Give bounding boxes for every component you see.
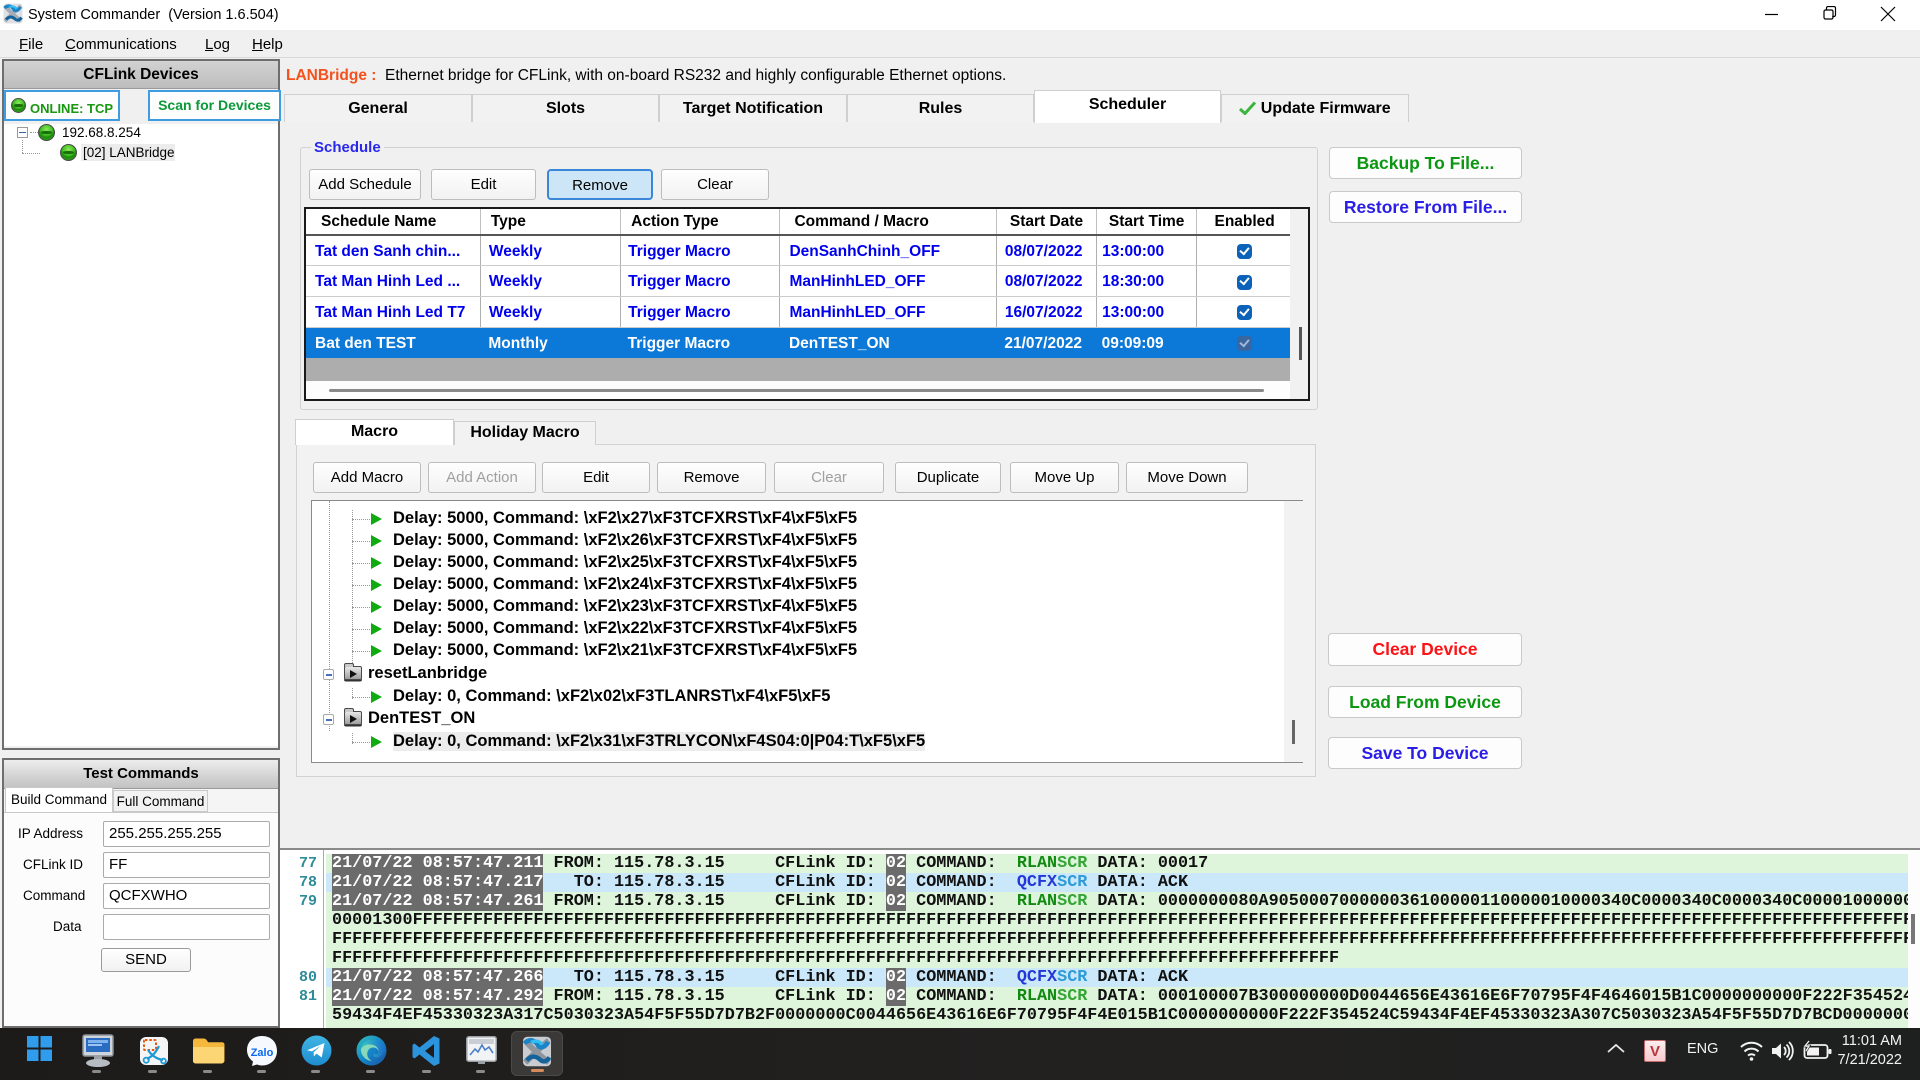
svg-text:Zalo: Zalo	[251, 1047, 274, 1059]
